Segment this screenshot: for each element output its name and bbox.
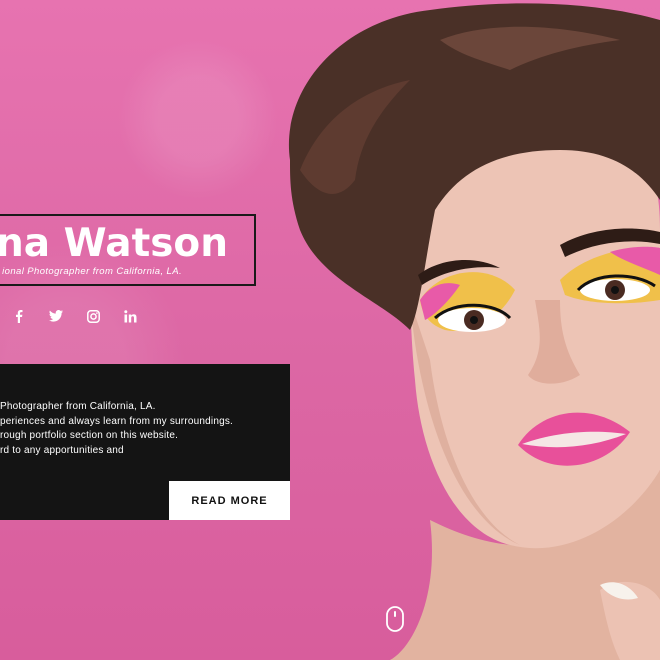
about-line: rd to any apportunities and: [0, 444, 124, 456]
about-text: Photographer from California, LA. perien…: [0, 400, 260, 458]
portrait-image: [288, 3, 660, 660]
about-line: periences and always learn from my surro…: [0, 415, 234, 427]
about-line: Photographer from California, LA.: [0, 401, 156, 412]
hero-name: na Watson: [0, 221, 228, 266]
facebook-icon[interactable]: [9, 306, 29, 326]
read-more-button[interactable]: READ MORE: [169, 481, 290, 520]
about-line: rough portfolio section on this website.: [0, 430, 179, 441]
hero-tagline: ional Photographer from California, LA.: [2, 266, 182, 277]
linkedin-icon[interactable]: [120, 306, 140, 326]
about-panel: Photographer from California, LA. perien…: [0, 364, 290, 520]
instagram-icon[interactable]: [83, 306, 103, 326]
twitter-icon[interactable]: [46, 306, 66, 326]
mouse-scroll-icon[interactable]: [385, 606, 405, 632]
